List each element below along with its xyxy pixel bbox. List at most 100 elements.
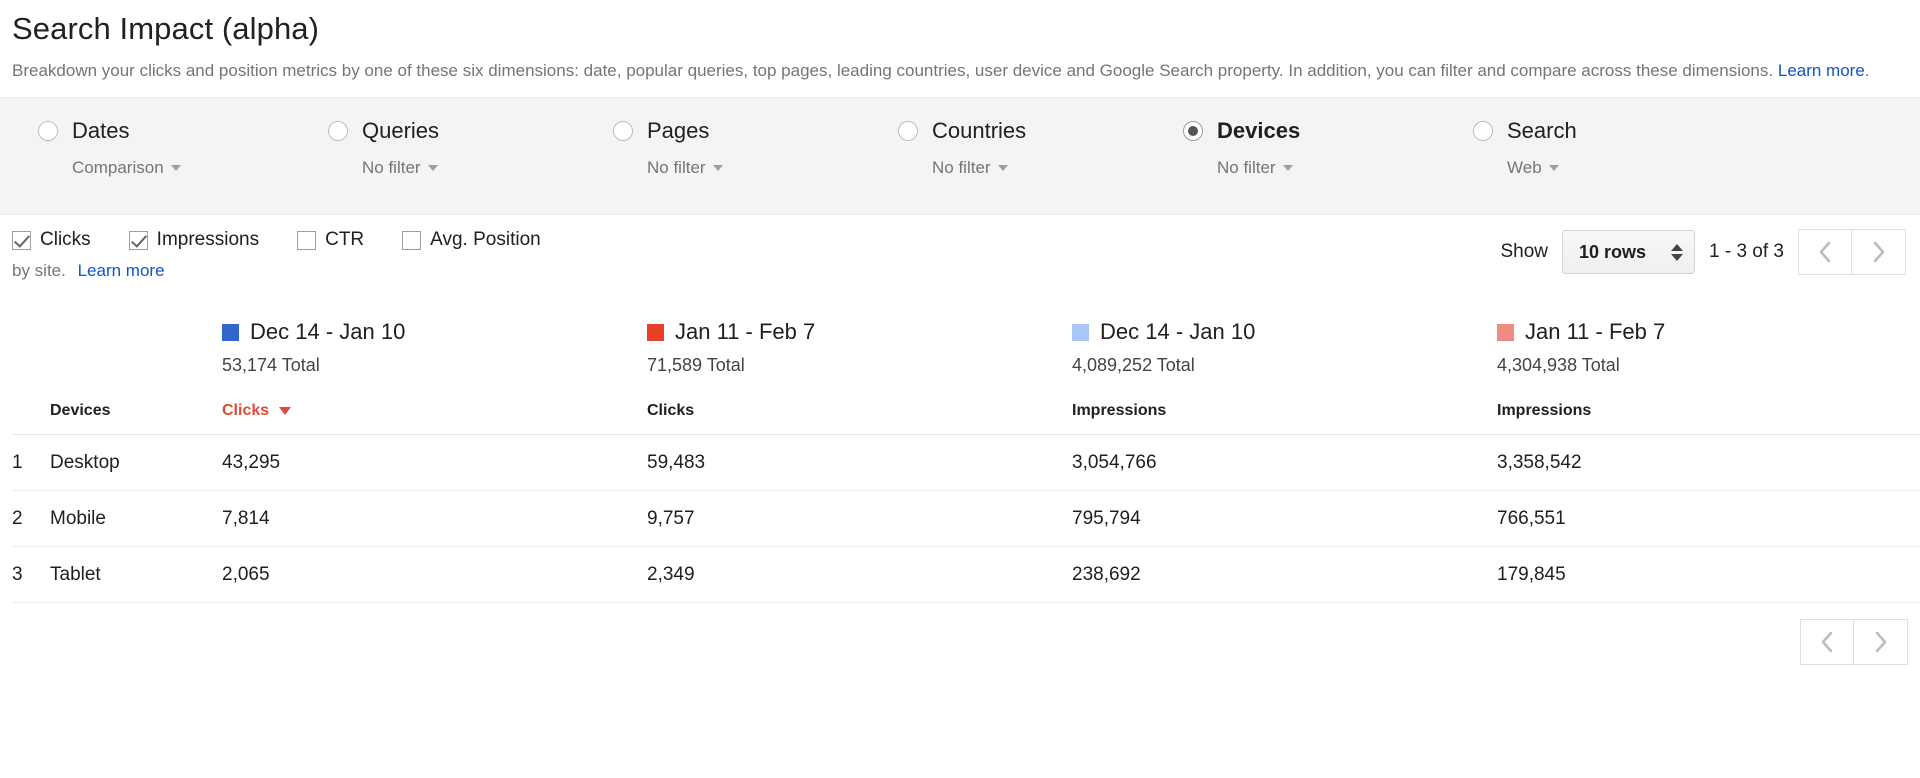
row-clicks-previous: 7,814 [222, 490, 647, 548]
metric-impressions[interactable]: Impressions [128, 229, 259, 251]
dimension-queries-top[interactable]: Queries [328, 120, 575, 142]
row-rank: 2 [12, 490, 50, 548]
next-page-button-top[interactable] [1852, 229, 1906, 276]
impact-table: Dec 14 - Jan 10 53,174 Total Jan 11 - Fe… [12, 303, 1920, 604]
metric-clicks[interactable]: Clicks [12, 229, 91, 251]
prev-page-button-top[interactable] [1798, 229, 1852, 276]
color-swatch-icon [1497, 323, 1514, 341]
column-header-rank [12, 382, 50, 436]
page-header: Search Impact (alpha) Breakdown your cli… [0, 0, 1920, 83]
checkbox-avg-position[interactable] [402, 230, 422, 250]
row-clicks-previous: 2,065 [222, 546, 647, 604]
row-dimension: Mobile [50, 490, 222, 548]
dimension-filter-devices[interactable]: No filter [1217, 158, 1435, 178]
page-description-text: Breakdown your clicks and position metri… [12, 60, 1774, 80]
dimension-countries-top[interactable]: Countries [898, 120, 1145, 142]
dimension-filter-countries[interactable]: No filter [932, 158, 1145, 178]
next-page-button-bottom[interactable] [1854, 619, 1908, 666]
dimension-dates-top[interactable]: Dates [38, 120, 290, 142]
dimension-filter-queries[interactable]: No filter [362, 158, 575, 178]
prev-page-button-bottom[interactable] [1800, 619, 1854, 666]
bottom-pager-arrows [1800, 619, 1908, 666]
row-impressions-current: 3,358,542 [1497, 434, 1920, 492]
table-row[interactable]: 2 Mobile 7,814 9,757 795,794 766,551 » [12, 490, 1920, 548]
radio-devices[interactable] [1183, 121, 1203, 142]
dimension-filter-label-queries: No filter [362, 158, 421, 178]
row-impressions-previous: 795,794 [1072, 490, 1497, 548]
row-clicks-previous: 43,295 [222, 434, 647, 492]
legend-total: 4,089,252 Total [1072, 355, 1195, 376]
radio-search[interactable] [1473, 121, 1493, 142]
row-impressions-previous: 238,692 [1072, 546, 1497, 604]
checkbox-ctr[interactable] [297, 230, 317, 250]
legend-clicks-previous: Dec 14 - Jan 10 53,174 Total [222, 303, 647, 382]
dimension-option-devices[interactable]: Devices No filter [1145, 120, 1435, 178]
rows-per-page-value: 10 rows [1579, 241, 1647, 262]
bottom-pagination-controls [0, 603, 1920, 666]
legend-spacer-dim [50, 303, 222, 382]
legend-total: 53,174 Total [222, 355, 320, 376]
checkbox-impressions[interactable] [128, 230, 148, 250]
learn-more-link[interactable]: Learn more [1778, 61, 1865, 80]
metric-label-ctr: CTR [325, 229, 365, 251]
row-clicks-current: 59,483 [647, 434, 1072, 492]
legend-label: Jan 11 - Feb 7 [1525, 319, 1666, 345]
radio-countries[interactable] [898, 121, 918, 142]
legend-total: 71,589 Total [647, 355, 745, 376]
show-label: Show [1500, 241, 1548, 263]
metrics-learn-more-link[interactable]: Learn more [78, 261, 165, 280]
dimension-filter-label-devices: No filter [1217, 158, 1276, 178]
dimension-option-pages[interactable]: Pages No filter [575, 120, 860, 178]
dimension-filter-label-search: Web [1507, 158, 1542, 178]
dimension-option-search[interactable]: Search Web [1435, 120, 1725, 178]
caret-down-icon [1671, 253, 1683, 261]
dimension-label-devices: Devices [1217, 118, 1301, 144]
metric-checkbox-group: Clicks Impressions CTR Avg. Position by … [12, 229, 579, 281]
table-row[interactable]: 3 Tablet 2,065 2,349 238,692 179,845 » [12, 546, 1920, 604]
row-impressions-current: 766,551 [1497, 490, 1920, 548]
dimension-filter-label-pages: No filter [647, 158, 706, 178]
dimension-option-queries[interactable]: Queries No filter [290, 120, 575, 178]
radio-queries[interactable] [328, 121, 348, 142]
chevron-right-icon [1873, 242, 1884, 263]
table-legend-row: Dec 14 - Jan 10 53,174 Total Jan 11 - Fe… [12, 303, 1920, 382]
column-header-impressions-previous[interactable]: Impressions [1072, 382, 1497, 436]
caret-up-icon [1671, 243, 1683, 251]
chevron-down-icon [427, 165, 438, 172]
dimension-filter-pages[interactable]: No filter [647, 158, 860, 178]
dimension-option-dates[interactable]: Dates Comparison [0, 120, 290, 178]
top-pager-arrows [1798, 229, 1906, 276]
table-row[interactable]: 1 Desktop 43,295 59,483 3,054,766 3,358,… [12, 434, 1920, 492]
column-header-impressions-current[interactable]: Impressions [1497, 382, 1920, 436]
radio-pages[interactable] [613, 121, 633, 142]
chevron-down-icon [712, 165, 723, 172]
column-header-clicks-current[interactable]: Clicks [647, 382, 1072, 436]
checkbox-clicks[interactable] [12, 230, 31, 250]
impact-table-container: Dec 14 - Jan 10 53,174 Total Jan 11 - Fe… [0, 291, 1920, 604]
dimension-devices-top[interactable]: Devices [1183, 120, 1435, 142]
metric-avg-position[interactable]: Avg. Position [402, 229, 541, 251]
metric-ctr[interactable]: CTR [297, 229, 364, 251]
row-dimension: Desktop [50, 434, 222, 492]
radio-dates[interactable] [38, 121, 58, 142]
dimension-label-queries: Queries [362, 118, 440, 144]
dimension-option-countries[interactable]: Countries No filter [860, 120, 1145, 178]
rows-per-page-select[interactable]: 10 rows [1562, 230, 1695, 275]
legend-clicks-previous-top: Dec 14 - Jan 10 [222, 319, 647, 345]
column-header-dimension[interactable]: Devices [50, 382, 222, 436]
chevron-right-icon [1875, 632, 1886, 653]
dimension-label-pages: Pages [647, 118, 710, 144]
dimension-filter-dates[interactable]: Comparison [72, 158, 290, 178]
stepper-icon[interactable] [1671, 243, 1683, 261]
dimension-filter-search[interactable]: Web [1507, 158, 1725, 178]
legend-impressions-current: Jan 11 - Feb 7 4,304,938 Total [1497, 303, 1920, 382]
dimension-label-dates: Dates [72, 118, 130, 144]
legend-total: 4,304,938 Total [1497, 355, 1620, 376]
chevron-down-icon [170, 165, 181, 172]
row-impressions-current: 179,845 [1497, 546, 1920, 604]
dimension-search-top[interactable]: Search [1473, 120, 1725, 142]
dimension-pages-top[interactable]: Pages [613, 120, 860, 142]
metric-label-avg-position: Avg. Position [430, 229, 541, 251]
legend-spacer-rank [12, 303, 50, 382]
column-header-clicks-previous[interactable]: Clicks [222, 382, 647, 436]
